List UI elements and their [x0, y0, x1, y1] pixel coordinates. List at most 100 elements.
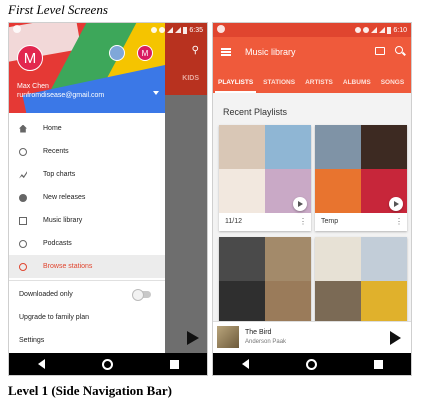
downloaded-only-toggle[interactable]	[132, 289, 151, 301]
playlist-card[interactable]	[219, 237, 311, 323]
drawer-item-music-library[interactable]: Music library	[9, 209, 165, 232]
art-tile	[265, 237, 311, 281]
recents-icon	[19, 147, 27, 156]
play-icon[interactable]	[390, 331, 401, 345]
status-time: 6:35	[189, 26, 203, 34]
signal-icon	[379, 27, 386, 33]
menu-icon[interactable]	[221, 48, 231, 56]
vibrate-icon	[355, 27, 362, 33]
playlist-card[interactable]	[315, 237, 407, 323]
playlist-artwork	[219, 237, 311, 323]
drawer-item-label: Top charts	[43, 171, 76, 178]
settings-label: Settings	[19, 337, 45, 344]
recent-apps-icon[interactable]	[169, 359, 179, 369]
art-tile	[315, 281, 361, 323]
back-icon[interactable]	[37, 359, 45, 369]
drawer-item-label: Music library	[43, 217, 83, 224]
home-icon	[19, 124, 27, 133]
upgrade-family-plan[interactable]: Upgrade to family plan	[9, 306, 165, 329]
play-icon[interactable]	[389, 197, 403, 211]
home-circle-icon[interactable]	[101, 358, 113, 370]
now-playing-bar[interactable]: The Bird Anderson Paak	[213, 321, 411, 353]
drawer-item-label: Home	[43, 125, 62, 132]
new-releases-icon	[19, 193, 27, 202]
alarm-icon	[363, 27, 370, 33]
search-icon: ⚲	[191, 45, 199, 56]
downloaded-only-row: Downloaded only	[9, 283, 165, 306]
playlist-title-text: Temp	[321, 218, 339, 225]
play-icon	[187, 331, 199, 345]
drawer-item-browse-stations[interactable]: Browse stations	[9, 255, 165, 278]
art-tile	[219, 237, 265, 281]
drawer-item-home[interactable]: Home	[9, 117, 165, 140]
drawer-item-new-releases[interactable]: New releases	[9, 186, 165, 209]
background-tab-kids: KIDS	[182, 75, 199, 82]
tertiary-account-avatar[interactable]: M	[137, 45, 153, 61]
downloaded-only-label: Downloaded only	[19, 291, 73, 298]
wifi-icon	[371, 27, 378, 33]
notification-icon	[13, 25, 21, 33]
search-icon[interactable]	[395, 46, 403, 54]
settings-item[interactable]: Settings	[9, 329, 165, 352]
radio-icon	[19, 262, 27, 271]
wifi-icon	[167, 27, 174, 33]
cast-icon[interactable]	[375, 47, 385, 55]
account-avatar[interactable]: M	[17, 45, 43, 71]
phone-screen-library: 6:10 Music library PLAYLISTS STATIONS AR…	[212, 22, 412, 376]
library-tabs: PLAYLISTS STATIONS ARTISTS ALBUMS SONGS	[213, 73, 411, 93]
tab-artists[interactable]: ARTISTS	[300, 73, 338, 93]
back-icon[interactable]	[241, 359, 249, 369]
home-circle-icon[interactable]	[305, 358, 317, 370]
art-tile	[265, 125, 311, 169]
art-tile	[219, 169, 265, 213]
drawer-item-podcasts[interactable]: Podcasts	[9, 232, 165, 255]
more-vert-icon[interactable]: ⋮	[299, 213, 307, 231]
upgrade-label: Upgrade to family plan	[19, 314, 90, 321]
phone-screen-drawer: ⚲ KIDS 6:35 M M Max Chen runfromdisease@…	[8, 22, 208, 376]
system-nav-bar	[9, 353, 207, 375]
drawer-item-label: Recents	[43, 148, 69, 155]
art-tile	[219, 125, 265, 169]
now-playing-artwork	[217, 326, 239, 348]
drawer-menu: Home Recents Top charts New releases Mus…	[9, 117, 165, 352]
music-library-icon	[19, 216, 27, 225]
document-title: First Level Screens	[8, 2, 108, 17]
vibrate-icon	[151, 27, 158, 33]
playlist-title-text: 11/12	[225, 218, 242, 225]
drawer-item-recents[interactable]: Recents	[9, 140, 165, 163]
drawer-item-top-charts[interactable]: Top charts	[9, 163, 165, 186]
navigation-drawer: M M Max Chen runfromdisease@gmail.com Ho…	[9, 23, 165, 355]
art-tile	[219, 281, 265, 323]
now-playing-artist: Anderson Paak	[245, 339, 287, 345]
status-time: 6:10	[393, 26, 407, 34]
recent-apps-icon[interactable]	[373, 359, 383, 369]
tab-songs[interactable]: SONGS	[376, 73, 409, 93]
chevron-down-icon[interactable]	[153, 91, 159, 95]
tab-albums[interactable]: ALBUMS	[338, 73, 376, 93]
status-bar: 6:10	[213, 23, 411, 37]
more-vert-icon[interactable]: ⋮	[395, 213, 403, 231]
section-title: Recent Playlists	[223, 107, 288, 117]
notification-icon	[217, 25, 225, 33]
battery-icon	[387, 26, 392, 34]
art-tile	[315, 237, 361, 281]
status-bar: 6:35	[9, 23, 207, 37]
tab-stations[interactable]: STATIONS	[258, 73, 300, 93]
now-playing-title: The Bird	[245, 329, 272, 336]
toolbar: Music library	[213, 37, 411, 67]
system-nav-bar	[213, 353, 411, 375]
play-icon[interactable]	[293, 197, 307, 211]
app-header: 6:10 Music library PLAYLISTS STATIONS AR…	[213, 23, 411, 93]
playlist-card[interactable]: 11/12 ⋮	[219, 125, 311, 231]
art-tile	[361, 237, 407, 281]
divider	[9, 280, 165, 281]
playlist-card[interactable]: Temp ⋮	[315, 125, 407, 231]
secondary-account-avatar[interactable]	[109, 45, 125, 61]
playlist-artwork	[315, 237, 407, 323]
tab-playlists[interactable]: PLAYLISTS	[213, 73, 258, 93]
figure-caption: Level 1 (Side Navigation Bar)	[8, 383, 172, 398]
alarm-icon	[159, 27, 166, 33]
playlist-content: Recent Playlists 11/12 ⋮ Temp ⋮	[213, 93, 411, 323]
art-tile	[265, 281, 311, 323]
art-tile	[361, 281, 407, 323]
